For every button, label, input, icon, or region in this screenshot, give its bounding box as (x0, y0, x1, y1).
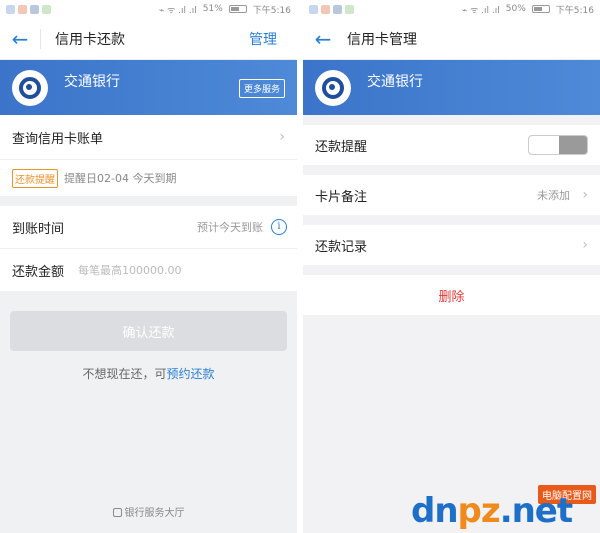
repay-records-row[interactable]: 还款记录 › (303, 225, 600, 265)
manage-button[interactable]: 管理 (249, 29, 277, 49)
app-icon (345, 4, 354, 14)
chevron-right-icon: › (279, 129, 285, 145)
bank-service-hall-link[interactable]: 银行服务大厅 (0, 504, 297, 519)
card-note-value: 未添加 (537, 189, 570, 202)
app-icon (333, 4, 342, 14)
delete-card-button[interactable]: 删除 (303, 275, 600, 315)
clock: 下午5:16 (555, 5, 594, 16)
battery-icon (228, 5, 247, 13)
repay-records-label: 还款记录 (315, 239, 368, 255)
app-icon (30, 4, 39, 14)
bank-header: 交通银行 (303, 60, 600, 115)
site-watermark: 电脑配置网 dnpz.net (411, 485, 596, 531)
section-gap (303, 215, 600, 225)
arrival-time-hint: 预计今天到账 (197, 221, 263, 234)
card-management-screen: ⌁ ᯤ .ıl .ıl 50% 下午5:16 ← 信用卡管理 交通银行 还款提醒… (303, 0, 600, 533)
bank-name: 交通银行 (64, 73, 120, 90)
amount-label: 还款金额 (12, 264, 65, 280)
section-gap (303, 165, 600, 175)
watermark-logo: dnpz.net (411, 491, 573, 531)
app-icon (309, 4, 318, 14)
page-title: 信用卡还款 (40, 28, 125, 49)
repay-reminder-toggle[interactable] (528, 135, 588, 155)
app-icon (18, 4, 27, 14)
info-icon[interactable]: i (271, 219, 287, 235)
battery-percent: 50% (505, 4, 526, 14)
toggle-knob (529, 136, 559, 154)
bank-name: 交通银行 (367, 73, 423, 90)
bank-header: 交通银行 更多服务 (0, 60, 297, 115)
clock: 下午5:16 (252, 5, 291, 16)
nav-bar: ← 信用卡管理 (303, 18, 600, 60)
more-services-button[interactable]: 更多服务 (238, 79, 285, 98)
page-title: 信用卡管理 (347, 31, 417, 48)
bank-hall-label: 银行服务大厅 (124, 508, 185, 519)
chevron-right-icon: › (582, 237, 588, 253)
app-icon (6, 4, 15, 14)
notification-icons (309, 4, 354, 14)
reminder-text: 提醒日02-04 今天到期 (64, 172, 177, 185)
status-bar: ⌁ ᯤ .ıl .ıl 51% 下午5:16 (0, 0, 297, 18)
back-arrow-icon[interactable]: ← (0, 27, 40, 51)
schedule-prefix: 不想现在还，可 (82, 367, 167, 381)
section-gap (0, 196, 297, 206)
bank-logo-icon (315, 69, 351, 106)
schedule-repay-link[interactable]: 预约还款 (167, 367, 215, 381)
amount-input[interactable]: 每笔最高100000.00 (78, 262, 182, 278)
query-bill-row[interactable]: 查询信用卡账单 › (0, 115, 297, 159)
bank-hall-icon (112, 508, 122, 517)
card-note-row[interactable]: 卡片备注 未添加 › (303, 175, 600, 215)
app-icon (321, 4, 330, 14)
reminder-badge: 还款提醒 (12, 168, 58, 188)
battery-percent: 51% (202, 4, 223, 14)
status-bar: ⌁ ᯤ .ıl .ıl 50% 下午5:16 (303, 0, 600, 18)
battery-icon (531, 5, 550, 13)
schedule-repay-prompt: 不想现在还，可预约还款 (0, 365, 297, 382)
arrival-time-label: 到账时间 (12, 221, 65, 237)
bank-logo-icon (12, 69, 48, 106)
signal-icons: ⌁ ᯤ .ıl .ıl (158, 5, 197, 16)
app-icon (42, 4, 51, 14)
screenshot-composite: ⌁ ᯤ .ıl .ıl 51% 下午5:16 ← 信用卡还款 管理 交通银行 更… (0, 0, 600, 533)
repay-reminder-label: 还款提醒 (315, 139, 368, 155)
reminder-row: 还款提醒 提醒日02-04 今天到期 (0, 160, 297, 196)
section-gap (303, 115, 600, 125)
confirm-repay-button[interactable]: 确认还款 (10, 311, 287, 351)
amount-row: 还款金额 每笔最高100000.00 (0, 249, 297, 291)
chevron-right-icon: › (582, 187, 588, 203)
back-arrow-icon[interactable]: ← (303, 27, 343, 51)
signal-icons: ⌁ ᯤ .ıl .ıl (461, 5, 500, 16)
notification-icons (6, 4, 51, 14)
repay-reminder-row: 还款提醒 (303, 125, 600, 165)
card-note-label: 卡片备注 (315, 189, 368, 205)
section-gap (303, 265, 600, 275)
query-bill-label: 查询信用卡账单 (12, 131, 104, 147)
arrival-time-row: 到账时间 预计今天到账 i (0, 206, 297, 248)
nav-bar: ← 信用卡还款 管理 (0, 18, 297, 60)
repayment-screen: ⌁ ᯤ .ıl .ıl 51% 下午5:16 ← 信用卡还款 管理 交通银行 更… (0, 0, 297, 533)
